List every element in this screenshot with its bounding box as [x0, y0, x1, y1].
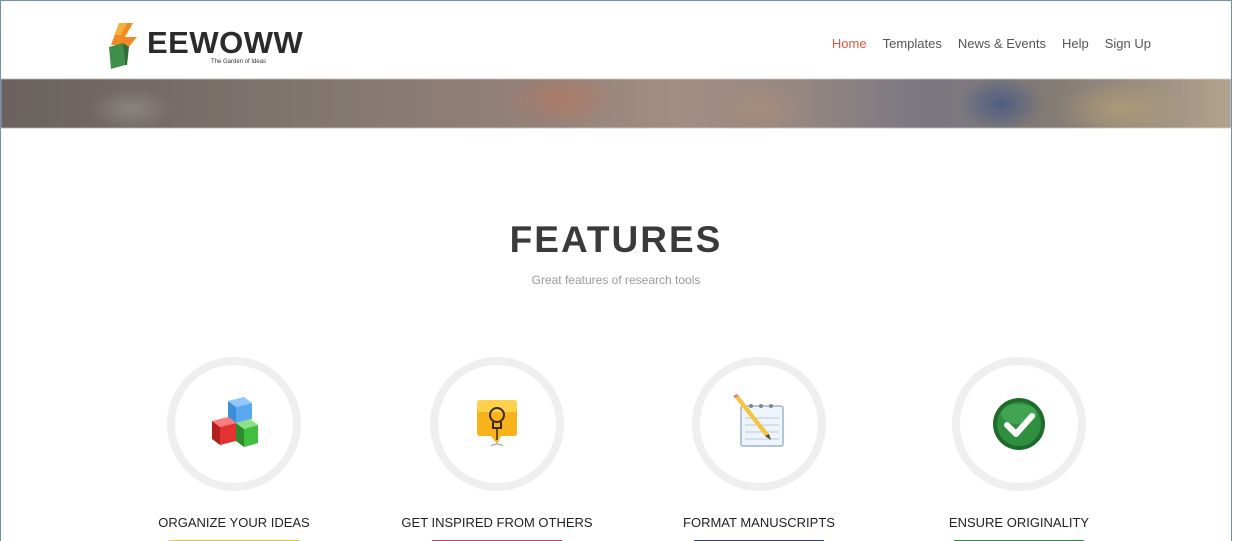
feature-label: FORMAT MANUSCRIPTS	[683, 515, 835, 530]
feature-organize-ideas[interactable]: ORGANIZE YOUR IDEAS	[134, 357, 334, 541]
feature-icon-circle	[692, 357, 826, 491]
nav-sign-up-link[interactable]: Sign Up	[1105, 36, 1151, 51]
hero-overlay	[1, 79, 1231, 128]
feature-label: GET INSPIRED FROM OTHERS	[401, 515, 593, 530]
nav-templates-link[interactable]: Templates	[883, 36, 942, 51]
page-frame: EEWOWW The Garden of Ideas Home Template…	[0, 0, 1232, 541]
lightbulb-icon	[477, 400, 517, 447]
feature-label: ORGANIZE YOUR IDEAS	[158, 515, 310, 530]
features-subtitle: Great features of research tools	[531, 273, 701, 287]
nav-help-link[interactable]: Help	[1062, 36, 1089, 51]
feature-label: ENSURE ORIGINALITY	[948, 515, 1090, 530]
features-heading: FEATURES	[509, 219, 723, 260]
brand-name: EEWOWW	[147, 25, 304, 60]
nav-news-events-link[interactable]: News & Events	[958, 36, 1046, 51]
cubes-icon	[212, 397, 258, 447]
feature-ensure-originality[interactable]: ENSURE ORIGINALITY	[919, 357, 1119, 541]
feature-get-inspired[interactable]: GET INSPIRED FROM OTHERS	[397, 357, 597, 541]
hero-banner-image	[1, 79, 1231, 128]
feature-format-manuscripts[interactable]: FORMAT MANUSCRIPTS	[659, 357, 859, 541]
main-nav: Home Templates News & Events Help Sign U…	[832, 36, 1151, 51]
brand-tagline: The Garden of Ideas	[211, 59, 267, 65]
logo-mark-icon	[109, 23, 137, 69]
feature-icon-circle	[167, 357, 301, 491]
feature-icon-circle	[952, 357, 1086, 491]
notepad-pencil-icon	[733, 394, 784, 447]
top-navbar: EEWOWW The Garden of Ideas Home Template…	[1, 1, 1231, 79]
brand-logo[interactable]: EEWOWW The Garden of Ideas	[103, 21, 303, 69]
nav-home-link[interactable]: Home	[832, 36, 867, 51]
feature-icon-circle	[430, 357, 564, 491]
checkmark-icon	[993, 398, 1045, 450]
